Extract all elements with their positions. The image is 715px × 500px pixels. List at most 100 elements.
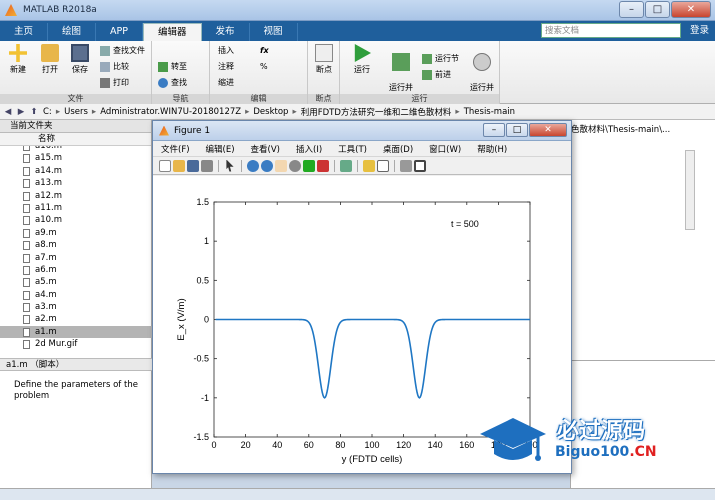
file-list-item[interactable]: a10.m [0,214,152,226]
file-list-item[interactable]: a11.m [0,202,152,214]
menu-insert[interactable]: 插入(I) [288,143,330,155]
search-input[interactable]: 搜索文档 [541,23,681,38]
tab-home[interactable]: 主页 [0,23,49,41]
print-figure-icon[interactable] [201,159,213,172]
zoom-out-icon[interactable] [261,159,273,172]
tab-publish[interactable]: 发布 [202,23,250,41]
open-file-icon[interactable] [173,159,185,172]
tab-view[interactable]: 视图 [250,23,298,41]
open-button[interactable]: 打开 [36,44,64,75]
save-button[interactable]: 保存 [66,44,94,75]
file-list-item[interactable]: a13.m [0,177,152,189]
column-header-name[interactable]: 名称 [0,133,151,146]
crumb-item[interactable]: 利用FDTD方法研究一维和二维色散材料 [301,106,452,118]
menu-desktop[interactable]: 桌面(D) [375,143,421,155]
file-list-item[interactable]: a3.m [0,301,152,313]
file-name: a2.m [35,314,57,325]
breakpoints-button[interactable]: 断点 [310,44,338,75]
file-name: a14.m [35,165,63,176]
vertical-scrollbar[interactable] [685,150,695,230]
file-list-item[interactable]: a4.m [0,289,152,301]
legend-icon[interactable] [377,159,389,172]
maximize-button[interactable]: □ [645,1,670,18]
pointer-icon[interactable] [226,159,234,172]
new-button[interactable]: 新建 [4,44,32,75]
file-list-item[interactable]: a1.m [0,325,152,339]
login-button[interactable]: 登录 [690,23,709,38]
save-figure-icon[interactable] [187,159,199,172]
fx-icon[interactable]: fx [260,45,269,57]
show-tools-icon[interactable] [414,159,426,172]
find-files-button[interactable]: 查找文件 [100,45,145,57]
comment-button[interactable]: 注释 [218,61,234,73]
tab-plots[interactable]: 绘图 [48,23,97,41]
menu-help[interactable]: 帮助(H) [469,143,515,155]
file-list-item[interactable]: a6.m [0,264,152,276]
forward-arrow-icon[interactable]: ▶ [16,107,26,117]
file-list-item[interactable]: a7.m [0,252,152,264]
link-plot-icon[interactable] [340,159,352,172]
file-list-item[interactable]: a14.m [0,165,152,177]
file-list-item[interactable]: a15.m [0,152,152,164]
crumb-item[interactable]: Administrator.WIN7U-20180127Z [100,107,241,117]
menu-view[interactable]: 查看(V) [243,143,288,155]
crumb-item[interactable]: Thesis-main [464,107,515,117]
ribbon-group-edit: 插入 注释 缩进 fx % 编辑 [210,41,308,104]
tab-editor[interactable]: 编辑器 [143,23,202,41]
file-list-item[interactable]: a8.m [0,239,152,251]
file-icon [23,203,30,213]
indent-button[interactable]: 缩进 [218,77,234,89]
menu-file[interactable]: 文件(F) [153,143,198,155]
goto-arrow-icon [158,62,168,72]
brush-icon[interactable] [317,159,329,172]
file-icon [23,265,30,275]
new-figure-icon[interactable] [159,159,171,172]
compare-button[interactable]: 比较 [100,61,129,73]
menu-edit[interactable]: 编辑(E) [198,143,243,155]
crumb-drive[interactable]: C: [43,107,52,117]
back-arrow-icon[interactable]: ◀ [3,107,13,117]
zoom-in-icon[interactable] [247,159,259,172]
hide-tools-icon[interactable] [400,159,412,172]
group-label-breakpoints: 断点 [308,94,339,104]
status-bar [0,488,715,500]
file-name: a11.m [35,202,63,213]
crumb-item[interactable]: Users [64,107,88,117]
file-list-item[interactable]: a5.m [0,276,152,288]
file-icon [23,315,30,325]
figure-minimize-button[interactable]: – [483,123,505,137]
menu-tools[interactable]: 工具(T) [330,143,375,155]
close-button[interactable]: ✕ [671,1,711,18]
run-button[interactable]: 运行 [348,44,376,75]
tab-apps[interactable]: APP [96,23,143,41]
file-list-item[interactable]: a2.m [0,313,152,325]
data-cursor-icon[interactable] [303,159,315,172]
file-list-item[interactable]: a12.m [0,190,152,202]
file-list-item[interactable]: a9.m [0,227,152,239]
insert-button[interactable]: 插入 [218,45,234,57]
figure-maximize-button[interactable]: □ [506,123,528,137]
file-name: a5.m [35,277,57,288]
run-section-button[interactable]: 运行节 [422,53,459,65]
percent-icon[interactable]: % [260,61,268,73]
address-bar[interactable]: ◀ ▶ ⬆ C: ▸ Users ▸ Administrator.WIN7U-201… [0,104,715,120]
menu-window[interactable]: 窗口(W) [421,143,469,155]
colorbar-icon[interactable] [363,159,375,172]
file-name: a7.m [35,252,57,263]
ribbon-tabs: 主页 绘图 APP 编辑器 发布 视图 搜索文档 登录 [0,21,715,41]
pan-hand-icon[interactable] [275,159,287,172]
crumb-item[interactable]: Desktop [253,107,288,117]
run-play-icon [354,44,371,62]
goto-button[interactable]: 转至 [158,61,187,73]
file-list-item[interactable]: 2d Mur.gif [0,338,152,350]
figure-close-button[interactable]: ✕ [529,123,567,137]
minimize-button[interactable]: – [619,1,644,18]
file-icon [23,228,30,238]
folder-up-icon[interactable]: ⬆ [29,107,39,117]
rotate-icon[interactable] [289,159,301,172]
advance-button[interactable]: 前进 [422,69,451,81]
watermark-site-main: Biguo100 [555,444,630,460]
print-button[interactable]: 打印 [100,77,129,89]
find-button[interactable]: 查找 [158,77,187,89]
breakpoints-icon [315,44,333,62]
